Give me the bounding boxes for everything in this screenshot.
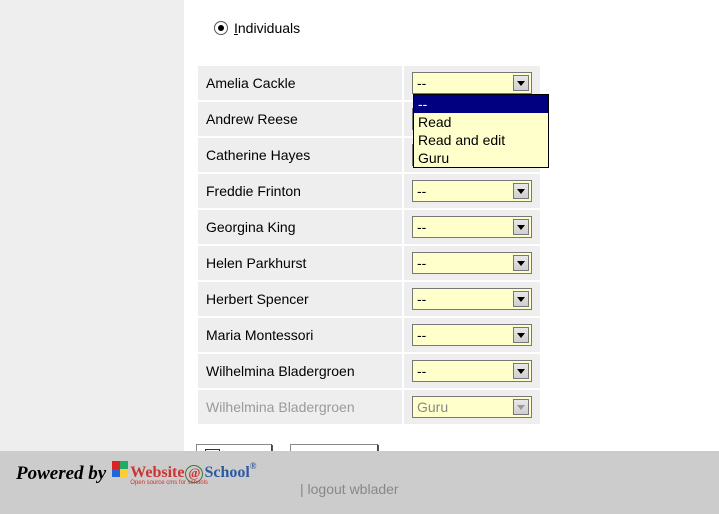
role-dropdown[interactable]: --ReadRead and editGuru	[413, 94, 549, 168]
role-select[interactable]: ----ReadRead and editGuru	[412, 72, 532, 94]
role-select[interactable]: --	[412, 360, 532, 382]
table-row: Wilhelmina Bladergroen --	[198, 354, 540, 388]
role-cell: --	[404, 246, 540, 280]
role-cell: --	[404, 318, 540, 352]
logout-area: | logout wblader	[300, 481, 399, 497]
role-select-value: --	[417, 255, 426, 271]
role-select: Guru	[412, 396, 532, 418]
role-select-value: --	[417, 219, 426, 235]
individual-name: Freddie Frinton	[198, 174, 402, 208]
table-row: Herbert Spencer --	[198, 282, 540, 316]
table-row: Freddie Frinton --	[198, 174, 540, 208]
radio-icon	[214, 21, 228, 35]
left-sidebar	[0, 0, 184, 451]
main-content: Individuals Amelia Cackle----ReadRead an…	[184, 0, 719, 514]
footer: Powered by Website@School® Open source c…	[0, 451, 719, 514]
table-row: Maria Montessori --	[198, 318, 540, 352]
table-row: Amelia Cackle ----ReadRead and editGuru	[198, 66, 540, 100]
individual-name: Herbert Spencer	[198, 282, 402, 316]
individual-name: Catherine Hayes	[198, 138, 402, 172]
individual-name: Wilhelmina Bladergroen	[198, 354, 402, 388]
chevron-down-icon[interactable]	[513, 255, 529, 271]
table-row: Georgina King --	[198, 210, 540, 244]
individuals-radio-label: Individuals	[234, 20, 300, 36]
powered-by-text: Powered by	[16, 463, 106, 485]
role-cell: --	[404, 354, 540, 388]
individuals-table: Amelia Cackle ----ReadRead and editGuru An…	[196, 64, 542, 426]
role-option[interactable]: --	[414, 95, 548, 113]
role-select[interactable]: --	[412, 288, 532, 310]
individual-name: Georgina King	[198, 210, 402, 244]
chevron-down-icon[interactable]	[513, 183, 529, 199]
role-option[interactable]: Read and edit	[414, 131, 548, 149]
chevron-down-icon[interactable]	[513, 363, 529, 379]
logo[interactable]: Website@School® Open source cms for scho…	[112, 461, 256, 486]
powered-by: Powered by Website@School® Open source c…	[16, 461, 257, 486]
individual-name: Maria Montessori	[198, 318, 402, 352]
role-select[interactable]: --	[412, 252, 532, 274]
puzzle-icon	[112, 461, 128, 477]
role-select[interactable]: --	[412, 324, 532, 346]
role-select-value: --	[417, 363, 426, 379]
role-cell: --	[404, 210, 540, 244]
individual-name: Andrew Reese	[198, 102, 402, 136]
individual-name: Helen Parkhurst	[198, 246, 402, 280]
individual-name: Wilhelmina Bladergroen	[198, 390, 402, 424]
role-cell: ----ReadRead and editGuru	[404, 66, 540, 100]
logout-link[interactable]: logout wblader	[308, 481, 399, 497]
chevron-down-icon[interactable]	[513, 75, 529, 91]
role-select-value: --	[417, 327, 426, 343]
role-option[interactable]: Read	[414, 113, 548, 131]
role-select[interactable]: --	[412, 180, 532, 202]
individuals-radio-row[interactable]: Individuals	[214, 20, 719, 36]
role-select-value: Guru	[417, 399, 448, 415]
table-row: Wilhelmina Bladergroen Guru	[198, 390, 540, 424]
role-select-value: --	[417, 183, 426, 199]
role-select-value: --	[417, 75, 426, 91]
role-cell: --	[404, 174, 540, 208]
chevron-down-icon[interactable]	[513, 327, 529, 343]
role-cell: Guru	[404, 390, 540, 424]
individual-name: Amelia Cackle	[198, 66, 402, 100]
chevron-down-icon[interactable]	[513, 219, 529, 235]
chevron-down-icon	[513, 399, 529, 415]
chevron-down-icon[interactable]	[513, 291, 529, 307]
role-option[interactable]: Guru	[414, 149, 548, 167]
role-select[interactable]: --	[412, 216, 532, 238]
role-cell: --	[404, 282, 540, 316]
role-select-value: --	[417, 291, 426, 307]
table-row: Helen Parkhurst --	[198, 246, 540, 280]
